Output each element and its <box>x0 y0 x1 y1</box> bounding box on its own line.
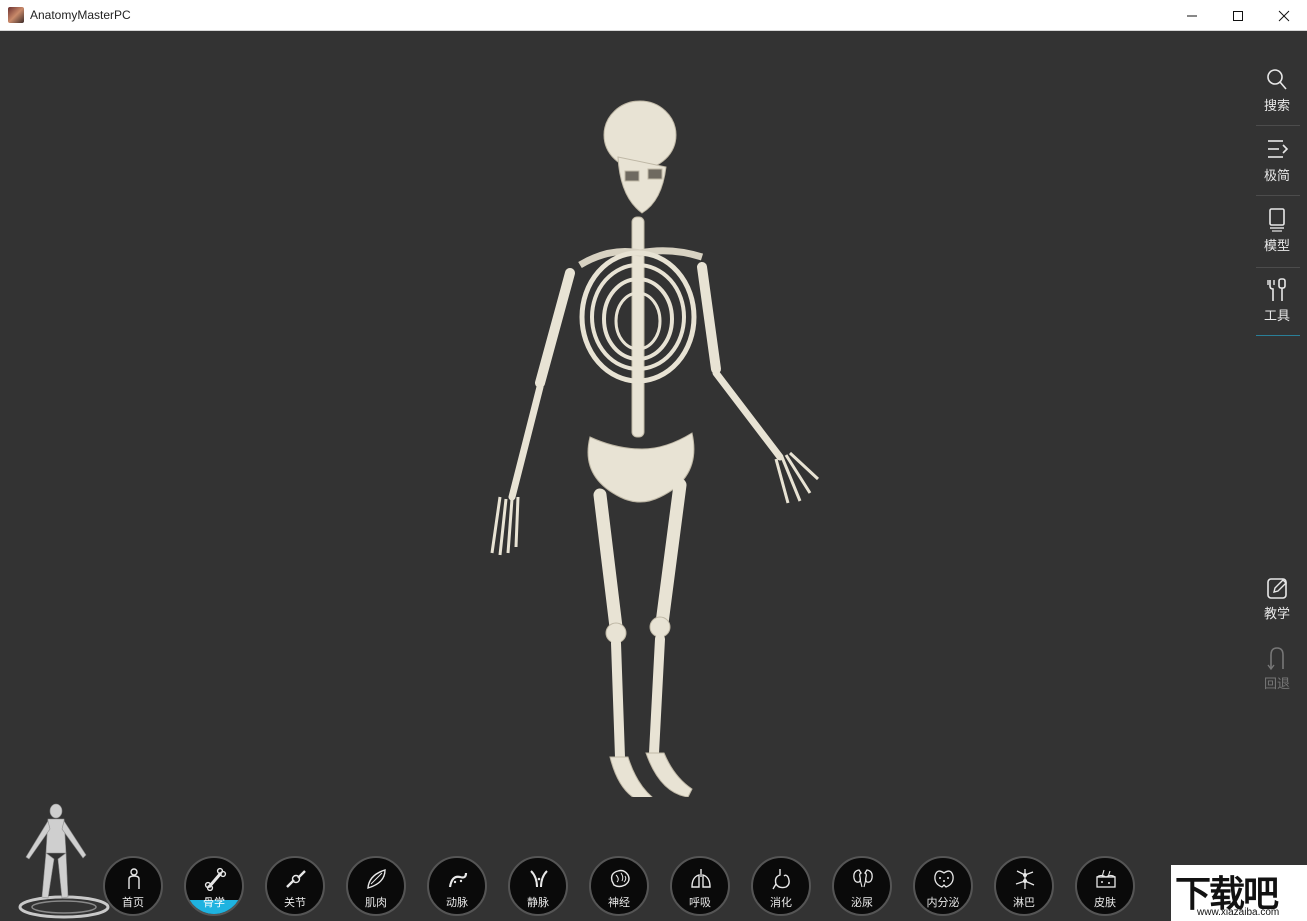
sidebar-undo-button[interactable]: 回退 <box>1255 645 1299 692</box>
category-vein-button[interactable]: 静脉 <box>508 856 568 916</box>
category-nerve-label: 神经 <box>591 894 647 910</box>
sidebar-minimal-button[interactable]: 极简 <box>1255 137 1299 184</box>
title-bar: AnatomyMasterPC <box>0 0 1307 31</box>
category-bone-label: 骨学 <box>186 894 242 910</box>
sidebar-undo-label: 回退 <box>1255 673 1299 692</box>
sidebar-tools-indicator <box>1256 335 1300 336</box>
category-vein-label: 静脉 <box>510 894 566 910</box>
sidebar-divider <box>1256 195 1300 196</box>
category-respiratory-button[interactable]: 呼吸 <box>670 856 730 916</box>
edit-icon <box>1265 575 1289 601</box>
sidebar-divider <box>1256 125 1300 126</box>
category-endocrine-label: 内分泌 <box>915 894 971 910</box>
category-joint-label: 关节 <box>267 894 323 910</box>
category-lymph-button[interactable]: 淋巴 <box>994 856 1054 916</box>
category-home-label: 首页 <box>105 894 161 910</box>
watermark: 下载吧 www.xiazaiba.com <box>1171 865 1307 921</box>
category-muscle-button[interactable]: 肌肉 <box>346 856 406 916</box>
category-respiratory-label: 呼吸 <box>672 894 728 910</box>
close-button[interactable] <box>1261 0 1307 31</box>
category-nerve-button[interactable]: 神经 <box>589 856 649 916</box>
sidebar-search-label: 搜索 <box>1255 95 1299 114</box>
artery-icon <box>446 867 470 891</box>
watermark-url: www.xiazaiba.com <box>1197 907 1279 918</box>
category-bone-button[interactable]: 骨学 <box>184 856 244 916</box>
brain-icon <box>608 867 632 891</box>
sidebar-minimal-label: 极简 <box>1255 165 1299 184</box>
sidebar-search-button[interactable]: 搜索 <box>1255 67 1299 114</box>
model-icon <box>1265 207 1289 233</box>
category-digestive-label: 消化 <box>753 894 809 910</box>
orientation-figure[interactable] <box>16 801 112 919</box>
sidebar-tools-button[interactable]: 工具 <box>1255 277 1299 324</box>
sidebar-model-button[interactable]: 模型 <box>1255 207 1299 254</box>
category-joint-button[interactable]: 关节 <box>265 856 325 916</box>
sidebar-divider <box>1256 267 1300 268</box>
minimize-icon <box>1186 10 1198 22</box>
minimize-button[interactable] <box>1169 0 1215 31</box>
vein-icon <box>527 867 551 891</box>
category-lymph-label: 淋巴 <box>996 894 1052 910</box>
sidebar-teaching-button[interactable]: 教学 <box>1255 575 1299 622</box>
muscle-icon <box>365 867 389 891</box>
category-artery-label: 动脉 <box>429 894 485 910</box>
category-skin-label: 皮肤 <box>1077 894 1133 910</box>
skeleton-model[interactable] <box>470 97 840 797</box>
close-icon <box>1278 10 1290 22</box>
sidebar-teaching-label: 教学 <box>1255 603 1299 622</box>
skin-icon <box>1094 867 1118 891</box>
maximize-icon <box>1232 10 1244 22</box>
category-urinary-label: 泌尿 <box>834 894 890 910</box>
sidebar-model-label: 模型 <box>1255 235 1299 254</box>
category-skin-button[interactable]: 皮肤 <box>1075 856 1135 916</box>
lymph-icon <box>1013 867 1037 891</box>
joint-icon <box>284 867 308 891</box>
3d-viewport[interactable]: 搜索 极简 模型 工具 教学 回退 <box>0 31 1307 890</box>
app-icon <box>8 7 24 23</box>
lungs-icon <box>689 867 713 891</box>
category-home-button[interactable]: 首页 <box>103 856 163 916</box>
category-digestive-button[interactable]: 消化 <box>751 856 811 916</box>
search-icon <box>1265 67 1289 93</box>
undo-icon <box>1265 645 1289 671</box>
bone-icon <box>203 867 227 891</box>
category-muscle-label: 肌肉 <box>348 894 404 910</box>
minimal-icon <box>1265 137 1289 163</box>
category-urinary-button[interactable]: 泌尿 <box>832 856 892 916</box>
person-icon <box>122 867 146 891</box>
kidney-icon <box>851 867 875 891</box>
stomach-icon <box>770 867 794 891</box>
gland-icon <box>932 867 956 891</box>
tools-icon <box>1265 277 1289 303</box>
sidebar-tools-label: 工具 <box>1255 305 1299 324</box>
window-title: AnatomyMasterPC <box>30 8 131 22</box>
category-artery-button[interactable]: 动脉 <box>427 856 487 916</box>
maximize-button[interactable] <box>1215 0 1261 31</box>
category-endocrine-button[interactable]: 内分泌 <box>913 856 973 916</box>
